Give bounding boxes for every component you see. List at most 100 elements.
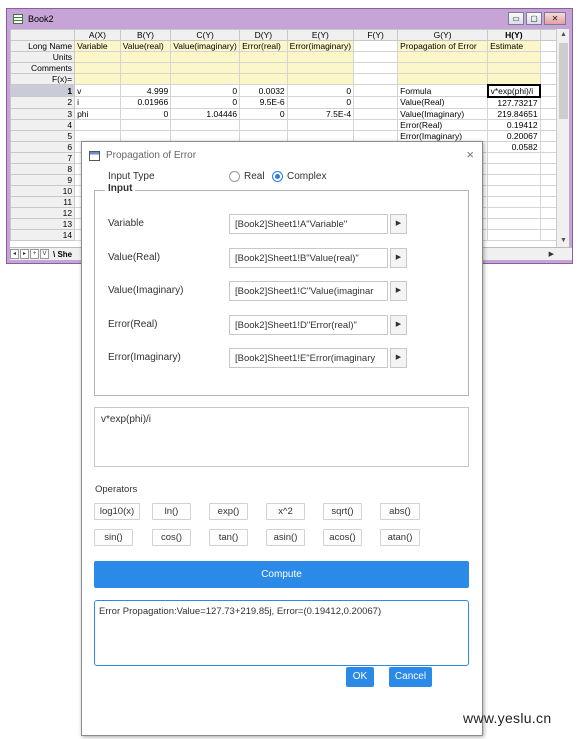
op-sqrt-button[interactable]: sqrt() [323,503,362,520]
table-cell[interactable]: 0 [286,84,355,97]
row-header[interactable]: 4 [10,118,76,131]
row-header[interactable]: 7 [10,151,76,164]
table-cell[interactable] [170,129,241,142]
variable-field[interactable]: [Book2]Sheet1!A"Variable" [229,214,388,234]
maximize-button[interactable]: ▢ [526,12,542,25]
radio-real-indicator[interactable] [229,171,240,182]
table-cell[interactable]: 127.73217 [487,96,541,109]
row-header[interactable]: 6 [10,140,76,153]
op-abs-button[interactable]: abs() [380,503,420,520]
row-header[interactable]: 2 [10,96,76,109]
value-imaginary-picker-button[interactable]: ▶ [390,281,407,301]
op-acos-button[interactable]: acos() [323,529,362,546]
label-cell[interactable] [286,62,355,74]
error-real-field[interactable]: [Book2]Sheet1!D"Error(real)" [229,315,388,335]
column-header[interactable]: F(Y) [353,29,399,41]
ok-button[interactable]: OK [346,667,374,687]
tab-next-icon[interactable]: ▸ [20,249,29,259]
label-cell[interactable] [286,51,355,63]
column-header[interactable]: D(Y) [239,29,288,41]
table-cell[interactable] [239,129,288,142]
table-cell[interactable] [119,118,172,131]
label-cell[interactable]: Estimate [487,40,541,52]
table-cell[interactable]: 0.19412 [487,118,541,131]
row-header[interactable]: 14 [10,228,76,241]
compute-button[interactable]: Compute [94,561,469,588]
column-header[interactable]: C(Y) [170,29,241,41]
table-cell[interactable]: 0.01966 [119,96,172,109]
table-cell[interactable]: Value(Imaginary) [397,107,489,120]
table-cell[interactable] [353,118,399,131]
label-cell[interactable] [286,73,355,85]
column-header[interactable]: H(Y) [487,29,541,41]
column-header[interactable]: A(X) [74,29,121,41]
label-cell[interactable]: Error(real) [239,40,288,52]
dialog-titlebar[interactable]: Propagation of Error × [82,142,482,169]
table-cell[interactable]: 0 [286,96,355,109]
column-header[interactable]: G(Y) [397,29,489,41]
radio-complex[interactable]: Complex [272,171,326,182]
op-tan-button[interactable]: tan() [209,529,248,546]
row-header[interactable]: 1 [10,84,76,97]
table-cell[interactable]: v [74,84,121,97]
op-atan-button[interactable]: atan() [380,529,420,546]
op-ln-button[interactable]: ln() [152,503,191,520]
result-output[interactable]: Error Propagation:Value=127.73+219.85j, … [94,600,469,666]
op-log10-button[interactable]: log10(x) [94,503,140,520]
scroll-down-icon[interactable]: ▼ [557,235,570,247]
table-cell[interactable]: 0.0032 [239,84,288,97]
minimize-button[interactable]: ▭ [508,12,524,25]
table-cell[interactable] [353,96,399,109]
table-cell[interactable]: phi [74,107,121,120]
table-cell[interactable] [286,129,355,142]
label-row-header[interactable]: F(x)= [10,73,76,85]
table-cell[interactable]: 0.20067 [487,129,541,142]
table-cell[interactable] [286,118,355,131]
label-cell[interactable] [397,62,489,74]
label-cell[interactable] [353,73,399,85]
label-cell[interactable] [487,62,541,74]
label-cell[interactable] [487,51,541,63]
table-cell[interactable] [119,129,172,142]
label-cell[interactable] [170,62,241,74]
value-real-field[interactable]: [Book2]Sheet1!B"Value(real)" [229,248,388,268]
corner-cell[interactable] [10,29,76,41]
label-cell[interactable] [239,73,288,85]
label-cell[interactable] [119,62,172,74]
radio-complex-indicator[interactable] [272,171,283,182]
label-cell[interactable] [487,73,541,85]
row-header[interactable]: 13 [10,217,76,230]
row-header[interactable]: 3 [10,107,76,120]
close-button[interactable]: ✕ [544,12,566,25]
op-asin-button[interactable]: asin() [266,529,305,546]
cancel-button[interactable]: Cancel [389,667,432,687]
table-cell[interactable] [353,129,399,142]
add-sheet-icon[interactable]: + [30,249,39,259]
table-cell[interactable] [487,206,541,219]
row-header[interactable]: 10 [10,184,76,197]
scroll-up-icon[interactable]: ▲ [557,29,570,41]
table-cell[interactable]: 4.999 [119,84,172,97]
label-cell[interactable] [74,62,121,74]
row-header[interactable]: 8 [10,162,76,175]
table-cell[interactable] [353,107,399,120]
table-cell[interactable]: Formula [397,84,489,97]
label-cell[interactable] [353,51,399,63]
label-cell[interactable] [170,73,241,85]
vertical-scrollbar[interactable]: ▲ ▼ [556,29,569,247]
error-imaginary-picker-button[interactable]: ▶ [390,348,407,368]
label-cell[interactable] [397,73,489,85]
table-cell[interactable] [74,118,121,131]
sheet-list-icon[interactable]: V [40,249,49,259]
label-cell[interactable] [74,73,121,85]
label-cell[interactable] [74,51,121,63]
label-cell[interactable]: Propagation of Error [397,40,489,52]
label-row-header[interactable]: Units [10,51,76,63]
table-cell[interactable]: 0 [119,107,172,120]
label-row-header[interactable]: Comments [10,62,76,74]
table-cell[interactable] [74,129,121,142]
op-sin-button[interactable]: sin() [94,529,133,546]
table-cell[interactable]: 0 [239,107,288,120]
sheet-tab[interactable]: \ She [53,250,72,259]
label-cell[interactable] [119,51,172,63]
